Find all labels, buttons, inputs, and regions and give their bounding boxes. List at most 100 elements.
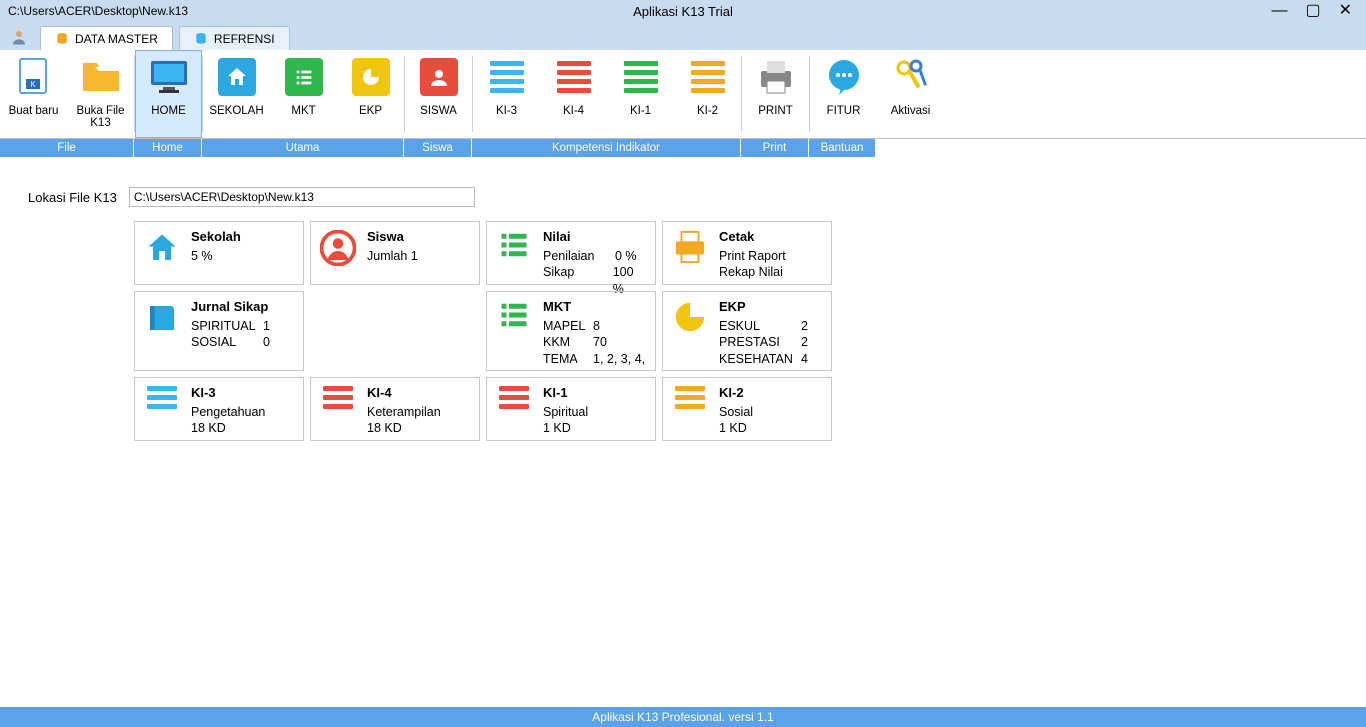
location-label: Lokasi File K13 <box>28 190 117 205</box>
ki1-button[interactable]: KI-1 <box>607 50 674 138</box>
home-button[interactable]: HOME <box>135 50 202 138</box>
minimize-icon[interactable]: — <box>1271 3 1287 19</box>
card-sekolah[interactable]: Sekolah5 % <box>134 221 304 285</box>
home-icon <box>217 57 257 97</box>
status-bar: Aplikasi K13 Profesional. versi 1.1 <box>0 707 1366 727</box>
card-title: KI-3 <box>191 384 295 402</box>
card-line: Rekap Nilai <box>719 264 823 281</box>
monitor-icon <box>149 57 189 97</box>
buka-file-button[interactable]: Buka File K13 <box>67 50 134 138</box>
buat-baru-button[interactable]: K Buat baru <box>0 50 67 138</box>
user-icon <box>10 28 28 46</box>
printer-icon <box>671 228 709 278</box>
card-title: Nilai <box>543 228 647 246</box>
database-icon <box>55 32 69 46</box>
ribbon-label: EKP <box>359 105 382 117</box>
ribbon-label: MKT <box>291 105 315 117</box>
ki2-button[interactable]: KI-2 <box>674 50 741 138</box>
tab-label: DATA MASTER <box>75 32 158 46</box>
aktivasi-button[interactable]: Aktivasi <box>877 50 944 138</box>
ribbon-label: KI-2 <box>697 105 718 117</box>
ribbon-group-labels: File Home Utama Siswa Kompetensi Indikat… <box>0 139 1366 157</box>
group-siswa: Siswa <box>404 139 472 157</box>
main-content: Lokasi File K13 Sekolah5 % Siswa Jumlah 1… <box>0 157 1366 441</box>
ribbon-label: Aktivasi <box>891 105 931 117</box>
print-button[interactable]: PRINT <box>742 50 809 138</box>
kv-key: Penilaian <box>543 248 615 265</box>
card-ki2[interactable]: KI-2 Sosial1 KD <box>662 377 832 441</box>
kv-val: 0 % <box>615 248 637 265</box>
card-ki4[interactable]: KI-4 Keterampilan18 KD <box>310 377 480 441</box>
card-line: Spiritual <box>543 404 647 421</box>
person-icon <box>419 57 459 97</box>
tab-refrensi[interactable]: REFRENSI <box>179 26 290 50</box>
card-title: Cetak <box>719 228 823 246</box>
location-row: Lokasi File K13 <box>28 187 1352 207</box>
card-siswa[interactable]: Siswa Jumlah 1 <box>310 221 480 285</box>
card-ki3[interactable]: KI-3Pengetahuan18 KD <box>134 377 304 441</box>
bars-icon <box>487 57 527 97</box>
card-line: 1 KD <box>543 420 647 437</box>
file-new-icon: K <box>14 57 54 97</box>
keys-icon <box>891 57 931 97</box>
list-icon <box>284 57 324 97</box>
ribbon-label: KI-4 <box>563 105 584 117</box>
card-jurnal-sikap[interactable]: Jurnal Sikap SPIRITUAL1 SOSIAL0 <box>134 291 304 371</box>
card-line: Sosial <box>719 404 823 421</box>
group-bantuan: Bantuan <box>809 139 876 157</box>
ribbon: K Buat baru Buka File K13 HOME SEKOLAH M… <box>0 50 1366 139</box>
ribbon-label: SISWA <box>420 105 457 117</box>
fitur-button[interactable]: FITUR <box>810 50 877 138</box>
kv-val: 0 <box>263 334 270 351</box>
ki3-button[interactable]: KI-3 <box>473 50 540 138</box>
card-title: KI-4 <box>367 384 471 402</box>
card-nilai[interactable]: Nilai Penilaian0 % Sikap100 % <box>486 221 656 285</box>
card-cetak[interactable]: Cetak Print RaportRekap Nilai <box>662 221 832 285</box>
mkt-button[interactable]: MKT <box>270 50 337 138</box>
titlebar: C:\Users\ACER\Desktop\New.k13 Aplikasi K… <box>0 0 1366 22</box>
card-ki1[interactable]: KI-1Spiritual1 KD <box>486 377 656 441</box>
group-kompetensi: Kompetensi Indikator <box>472 139 741 157</box>
card-ekp[interactable]: EKP ESKUL2 PRESTASI2 KESEHATAN4 <box>662 291 832 371</box>
list-icon <box>495 228 533 278</box>
bars-icon <box>319 384 357 434</box>
ribbon-label: Buka File K13 <box>68 105 133 129</box>
ribbon-label: HOME <box>151 105 186 117</box>
kv-key: KKM <box>543 334 593 351</box>
bars-icon <box>143 384 181 434</box>
home-icon <box>143 228 181 278</box>
ki4-button[interactable]: KI-4 <box>540 50 607 138</box>
tab-label: REFRENSI <box>214 32 275 46</box>
card-line: Keterampilan <box>367 404 471 421</box>
person-icon <box>319 228 357 278</box>
window-controls: — ▢ ✕ <box>1257 0 1366 22</box>
close-icon[interactable]: ✕ <box>1339 3 1352 19</box>
folder-icon <box>81 57 121 97</box>
card-title: KI-2 <box>719 384 823 402</box>
printer-icon <box>756 57 796 97</box>
card-line: 18 KD <box>191 420 295 437</box>
group-utama: Utama <box>202 139 404 157</box>
kv-val: 1, 2, 3, 4, <box>593 351 645 368</box>
ekp-button[interactable]: EKP <box>337 50 404 138</box>
location-input[interactable] <box>129 187 475 207</box>
kv-val: 1 <box>263 318 270 335</box>
card-mkt[interactable]: MKT MAPEL8 KKM70 TEMA1, 2, 3, 4, <box>486 291 656 371</box>
maximize-icon[interactable]: ▢ <box>1305 3 1320 19</box>
bars-icon <box>688 57 728 97</box>
group-print: Print <box>741 139 809 157</box>
tab-data-master[interactable]: DATA MASTER <box>40 26 173 50</box>
kv-key: SPIRITUAL <box>191 318 263 335</box>
card-line: 1 KD <box>719 420 823 437</box>
svg-text:K: K <box>30 80 36 89</box>
kv-val: 2 <box>801 318 808 335</box>
card-line: Jumlah 1 <box>367 248 471 265</box>
kv-key: SOSIAL <box>191 334 263 351</box>
kv-key: PRESTASI <box>719 334 801 351</box>
card-title: Siswa <box>367 228 471 246</box>
sekolah-button[interactable]: SEKOLAH <box>203 50 270 138</box>
siswa-button[interactable]: SISWA <box>405 50 472 138</box>
kv-val: 8 <box>593 318 600 335</box>
card-line: Print Raport <box>719 248 823 265</box>
card-line: 18 KD <box>367 420 471 437</box>
